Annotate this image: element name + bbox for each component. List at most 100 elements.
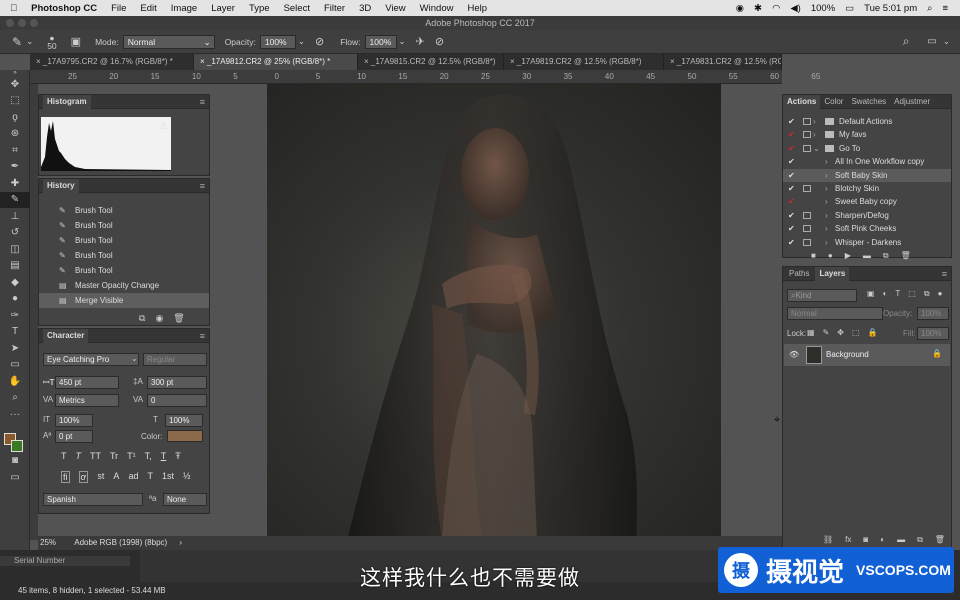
airbrush-icon[interactable]: ✈: [416, 35, 425, 48]
wifi-icon[interactable]: ◠: [772, 3, 780, 14]
quick-mask-icon[interactable]: ◙: [0, 453, 30, 470]
disclosure-chevron-icon[interactable]: ›: [813, 128, 816, 141]
menu-type[interactable]: Type: [249, 3, 270, 14]
close-window-button[interactable]: [6, 19, 14, 27]
healing-tool-icon[interactable]: ✚: [0, 175, 30, 192]
underline-button[interactable]: T: [161, 451, 167, 461]
swash-button[interactable]: A: [113, 471, 119, 483]
hand-tool-icon[interactable]: ✋: [0, 373, 30, 390]
faux-italic-button[interactable]: T: [76, 451, 82, 461]
dialog-toggle-icon[interactable]: [803, 211, 811, 219]
warning-icon[interactable]: ⚠: [159, 121, 168, 132]
vertical-scale-input[interactable]: 100%: [55, 414, 93, 427]
disclosure-chevron-icon[interactable]: ›: [825, 169, 828, 182]
font-style-select[interactable]: Regular: [143, 353, 207, 366]
horizontal-scale-input[interactable]: 100%: [165, 414, 203, 427]
history-item[interactable]: ✎ Brush Tool: [39, 203, 209, 218]
lock-image-icon[interactable]: ✎: [823, 328, 830, 337]
history-brush-tool-icon[interactable]: ↺: [0, 225, 30, 242]
menu-image[interactable]: Image: [171, 3, 197, 14]
dialog-toggle-icon[interactable]: [803, 184, 811, 192]
panel-menu-icon[interactable]: ≡: [200, 95, 205, 109]
menu-layer[interactable]: Layer: [211, 3, 235, 14]
panel-menu-icon[interactable]: ≡: [200, 329, 205, 343]
layer-blend-mode-select[interactable]: Normal: [787, 307, 883, 320]
disclosure-chevron-icon[interactable]: ⌄: [813, 142, 820, 155]
brush-panel-icon[interactable]: ▣: [71, 35, 81, 48]
small-caps-button[interactable]: Tr: [110, 451, 118, 461]
kerning-select[interactable]: Metrics: [55, 394, 119, 407]
disclosure-chevron-icon[interactable]: ›: [813, 115, 816, 128]
layer-filter-kind[interactable]: ⌕Kind: [787, 289, 857, 302]
disclosure-chevron-icon[interactable]: ›: [825, 222, 828, 235]
move-tool-icon[interactable]: ✥: [0, 76, 30, 93]
shape-filter-icon[interactable]: ⬚: [908, 289, 916, 299]
stop-icon[interactable]: ■: [811, 251, 816, 261]
history-item-selected[interactable]: ▤ Merge Visible: [39, 293, 209, 308]
trash-icon[interactable]: 🗑: [935, 535, 945, 545]
lock-transparent-icon[interactable]: ▦: [807, 328, 815, 337]
brush-tool-icon[interactable]: ✎: [0, 191, 30, 208]
action-item[interactable]: ✔ › Default Actions: [783, 115, 951, 128]
menu-list-icon[interactable]: ≡: [942, 3, 948, 14]
chevron-right-icon[interactable]: ›: [179, 538, 182, 547]
background-color-swatch[interactable]: [11, 439, 23, 452]
tab-document-5[interactable]: × _17A9831.CR2 @ 12.5% (RGB/8*): [664, 54, 782, 70]
eraser-tool-icon[interactable]: ◫: [0, 241, 30, 258]
color-profile[interactable]: Adobe RGB (1998) (8bpc): [74, 538, 167, 547]
snapshot-camera-icon[interactable]: ◉: [155, 313, 163, 324]
tab-document-2[interactable]: × _17A9812.CR2 @ 25% (RGB/8*) *: [194, 54, 358, 70]
disclosure-chevron-icon[interactable]: ›: [825, 195, 828, 208]
volume-icon[interactable]: ◀): [790, 3, 800, 14]
action-item[interactable]: ✔ › Soft Baby Skin: [783, 168, 951, 182]
brush-size-picker[interactable]: ● 50: [47, 33, 56, 50]
action-item[interactable]: ✔ › All In One Workflow copy: [783, 155, 951, 168]
visibility-eye-icon[interactable]: 👁: [789, 350, 799, 359]
tab-document-1[interactable]: × _17A9795.CR2 @ 16.7% (RGB/8*) *: [30, 54, 194, 70]
zoom-tool-icon[interactable]: ⌕: [0, 390, 30, 407]
font-family-select[interactable]: Eye Catching Pro: [43, 353, 139, 366]
search-icon[interactable]: ⌕: [927, 3, 932, 14]
ligatures-button[interactable]: fi: [61, 471, 70, 483]
opacity-input[interactable]: 100%: [259, 34, 296, 49]
action-checkmark-icon[interactable]: ✔: [788, 155, 795, 168]
group-folder-icon[interactable]: ▬: [897, 535, 905, 545]
filter-toggle-icon[interactable]: ●: [938, 289, 943, 299]
blur-tool-icon[interactable]: ◆: [0, 274, 30, 291]
brush-tool-preset-icon[interactable]: ✎: [12, 35, 22, 49]
ordinals-button[interactable]: T: [147, 471, 153, 483]
menu-help[interactable]: Help: [467, 3, 487, 14]
lock-all-icon[interactable]: 🔒: [868, 328, 878, 337]
action-item[interactable]: ✔ › Sweet Baby copy: [783, 195, 951, 208]
leading-input[interactable]: 300 pt: [147, 376, 207, 389]
menu-select[interactable]: Select: [284, 3, 310, 14]
apple-menu-icon[interactable]: : [10, 3, 17, 14]
action-checkmark-icon[interactable]: ✔: [788, 182, 795, 195]
faux-bold-button[interactable]: T: [61, 451, 67, 461]
chevron-down-icon[interactable]: ⌄: [298, 36, 305, 47]
tab-actions[interactable]: Actions: [783, 95, 821, 109]
ordinal-st-button[interactable]: 1st: [162, 471, 174, 483]
new-layer-icon[interactable]: ⧉: [917, 535, 923, 545]
disclosure-chevron-icon[interactable]: ›: [825, 182, 828, 195]
mode-select[interactable]: Normal ⌄: [122, 34, 215, 49]
action-checkmark-icon[interactable]: ✔: [788, 195, 795, 208]
tab-layers[interactable]: Layers: [815, 267, 850, 281]
stylistic-alternates-button[interactable]: st: [97, 471, 104, 483]
strikethrough-button[interactable]: Ŧ: [175, 451, 181, 461]
disclosure-chevron-icon[interactable]: ›: [825, 236, 828, 249]
layer-opacity-input[interactable]: 100%: [917, 307, 949, 320]
pressure-opacity-icon[interactable]: ⊘: [315, 35, 324, 48]
tab-document-4[interactable]: × _17A9819.CR2 @ 12.5% (RGB/8*): [504, 54, 664, 70]
battery-icon[interactable]: ▭: [845, 3, 854, 14]
type-filter-icon[interactable]: T: [895, 289, 900, 299]
link-layers-icon[interactable]: ⛓: [823, 535, 833, 545]
history-item[interactable]: ▤ Master Opacity Change: [39, 278, 209, 293]
chevron-down-icon[interactable]: ⌄: [943, 36, 950, 47]
action-item[interactable]: ✔ › Blotchy Skin: [783, 182, 951, 195]
dialog-toggle-icon[interactable]: [803, 238, 811, 246]
character-panel-title[interactable]: Character: [43, 329, 89, 343]
history-item[interactable]: ✎ Brush Tool: [39, 248, 209, 263]
pressure-size-icon[interactable]: ⊘: [435, 35, 444, 48]
text-color-swatch[interactable]: [167, 430, 203, 442]
